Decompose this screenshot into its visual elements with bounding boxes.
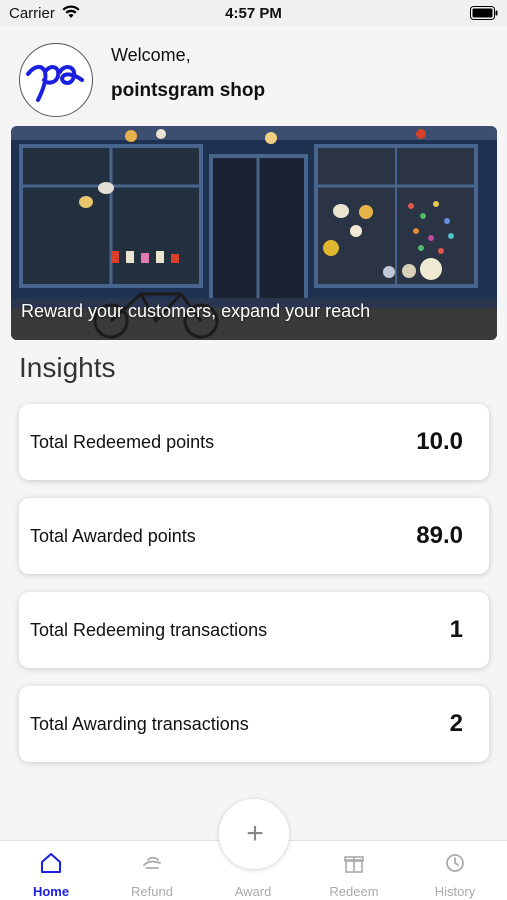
tab-label: History bbox=[434, 884, 476, 899]
banner-caption: Reward your customers, expand your reach bbox=[21, 301, 371, 321]
insight-card-label: Total Redeemed points bbox=[30, 432, 215, 452]
tab-redeem[interactable]: Redeem bbox=[304, 841, 404, 900]
history-icon bbox=[446, 854, 464, 872]
hero-banner: Reward your customers, expand your reach bbox=[11, 126, 497, 340]
insights-title: Insights bbox=[19, 352, 116, 383]
tab-history[interactable]: History bbox=[405, 841, 505, 900]
avatar[interactable] bbox=[19, 43, 93, 117]
insight-card-value: 89.0 bbox=[416, 522, 463, 549]
tab-label: Redeem bbox=[329, 884, 379, 899]
insight-card-label: Total Redeeming transactions bbox=[30, 620, 268, 640]
refund-icon bbox=[143, 856, 161, 869]
insight-card-value: 10.0 bbox=[416, 428, 463, 455]
pointsgram-logo-icon bbox=[26, 65, 84, 102]
award-fab-button[interactable]: + bbox=[218, 798, 290, 870]
plus-icon: + bbox=[246, 817, 264, 850]
tab-refund[interactable]: Refund bbox=[102, 841, 202, 900]
tab-label: Refund bbox=[131, 884, 173, 899]
insight-card-label: Total Awarded points bbox=[30, 526, 196, 546]
home-icon bbox=[41, 853, 61, 873]
tab-home[interactable]: Home bbox=[1, 841, 101, 900]
insight-card-value: 2 bbox=[449, 710, 463, 737]
insight-card-label: Total Awarding transactions bbox=[30, 714, 249, 734]
battery-icon bbox=[470, 6, 498, 20]
clock-time: 4:57 PM bbox=[225, 5, 282, 22]
gift-icon bbox=[344, 856, 364, 873]
status-bar: Carrier 4:57 PM bbox=[0, 0, 507, 26]
insight-card-awarded-points[interactable]: Total Awarded points 89.0 bbox=[19, 498, 489, 574]
welcome-text: Welcome, bbox=[111, 45, 191, 65]
insight-card-value: 1 bbox=[449, 616, 463, 643]
insight-card-redeeming-transactions[interactable]: Total Redeeming transactions 1 bbox=[19, 592, 489, 668]
shop-name: pointsgram shop bbox=[111, 80, 266, 101]
insight-card-redeemed-points[interactable]: Total Redeemed points 10.0 bbox=[19, 404, 489, 480]
tab-label: Award bbox=[234, 884, 272, 899]
tab-label: Home bbox=[32, 884, 70, 899]
insight-card-awarding-transactions[interactable]: Total Awarding transactions 2 bbox=[19, 686, 489, 762]
